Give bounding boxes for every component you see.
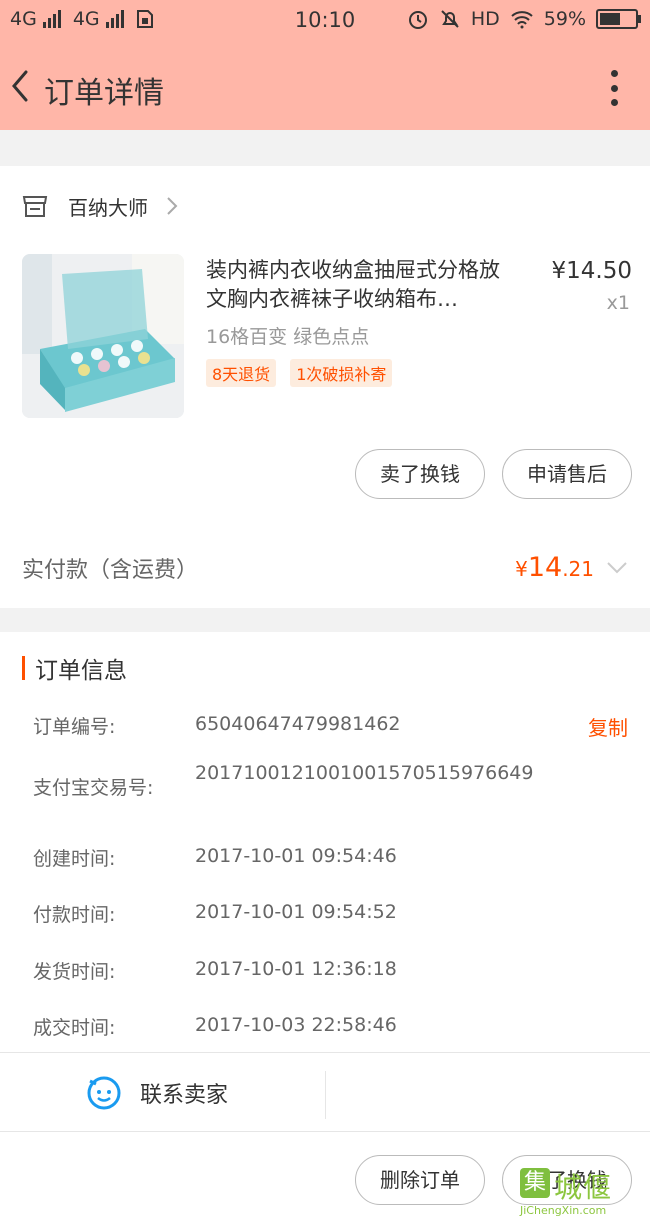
currency-symbol: ¥	[515, 557, 528, 581]
more-icon[interactable]	[610, 70, 618, 106]
paid-amount: ¥14.21	[515, 552, 594, 583]
battery-icon	[596, 9, 641, 29]
paid-label: 实付款（含运费）	[22, 558, 199, 583]
order-info-heading: 订单信息	[22, 654, 127, 684]
shop-link[interactable]: 百纳大师	[22, 190, 178, 222]
amount-integer: 14	[527, 552, 563, 583]
tag-return: 8天退货	[206, 359, 277, 387]
service-tags: 8天退货 1次破损补寄	[206, 359, 393, 387]
page-title: 订单详情	[44, 76, 164, 111]
product-quantity: x1	[606, 292, 630, 314]
info-label: 订单编号:	[33, 716, 116, 738]
watermark-url: JiChengXin.com	[520, 1204, 607, 1217]
shipped-time: 2017-10-01 12:36:18	[195, 958, 397, 980]
hd-label: HD	[470, 8, 500, 30]
mute-icon	[441, 10, 459, 28]
chevron-down-icon[interactable]	[606, 561, 628, 575]
navbar: 订单详情	[0, 52, 650, 122]
chevron-right-icon	[167, 197, 178, 215]
wifi-icon	[511, 11, 533, 29]
battery-percent: 59%	[543, 8, 586, 30]
status-bar: 4G 4G 10:10 HD 59%	[0, 0, 650, 44]
watermark-mark: 集	[520, 1168, 550, 1198]
product-spec: 16格百变 绿色点点	[206, 326, 370, 348]
info-label: 支付宝交易号:	[33, 777, 154, 799]
completed-time: 2017-10-03 22:58:46	[195, 1014, 397, 1036]
shop-name: 百纳大师	[68, 195, 148, 220]
after-sale-button[interactable]: 申请售后	[502, 449, 632, 499]
contact-seller-label: 联系卖家	[140, 1083, 229, 1108]
product-price: ¥14.50	[551, 258, 632, 284]
chat-bubble-icon	[87, 1076, 121, 1110]
watermark-text: 城偃	[554, 1171, 613, 1204]
info-label: 发货时间:	[33, 961, 116, 983]
order-number: 65040647479981462	[195, 713, 401, 735]
info-label: 付款时间:	[33, 904, 116, 926]
created-time: 2017-10-01 09:54:46	[195, 845, 397, 867]
paid-time: 2017-10-01 09:54:52	[195, 901, 397, 923]
contact-bar: 联系卖家	[0, 1052, 650, 1131]
tag-damage: 1次破损补寄	[290, 359, 393, 387]
sell-button[interactable]: 卖了换钱	[355, 449, 485, 499]
alarm-icon	[408, 11, 427, 29]
watermark-logo: 集 城偃 JiChengXin.com	[520, 1162, 644, 1222]
delete-order-button[interactable]: 删除订单	[355, 1155, 485, 1205]
order-info-title: 订单信息	[35, 658, 127, 684]
product-title[interactable]: 装内裤内衣收纳盒抽屉式分格放文胸内衣裤袜子收纳箱布…	[206, 256, 516, 314]
header: 4G 4G 10:10 HD 59% 订单详情	[0, 0, 650, 130]
divider	[325, 1071, 326, 1119]
order-card: 百纳大师 装内裤内衣收纳盒抽屉式分格放文胸内衣裤袜子收纳箱布… ¥14.50 x…	[0, 166, 650, 608]
alipay-trade-number: 2017100121001001570515976649	[195, 762, 534, 784]
amount-decimal: .21	[562, 557, 594, 581]
status-right: HD 59%	[407, 8, 641, 30]
info-label: 创建时间:	[33, 848, 116, 870]
copy-button[interactable]: 复制	[588, 712, 628, 741]
order-info-card: 订单信息 订单编号: 65040647479981462 复制 支付宝交易号: …	[0, 632, 650, 1052]
back-icon[interactable]	[6, 66, 36, 106]
product-image[interactable]	[22, 254, 184, 418]
info-label: 成交时间:	[33, 1017, 116, 1039]
heading-accent-bar	[22, 656, 25, 680]
contact-seller-button[interactable]: 联系卖家	[86, 1075, 228, 1111]
store-icon	[22, 196, 48, 217]
